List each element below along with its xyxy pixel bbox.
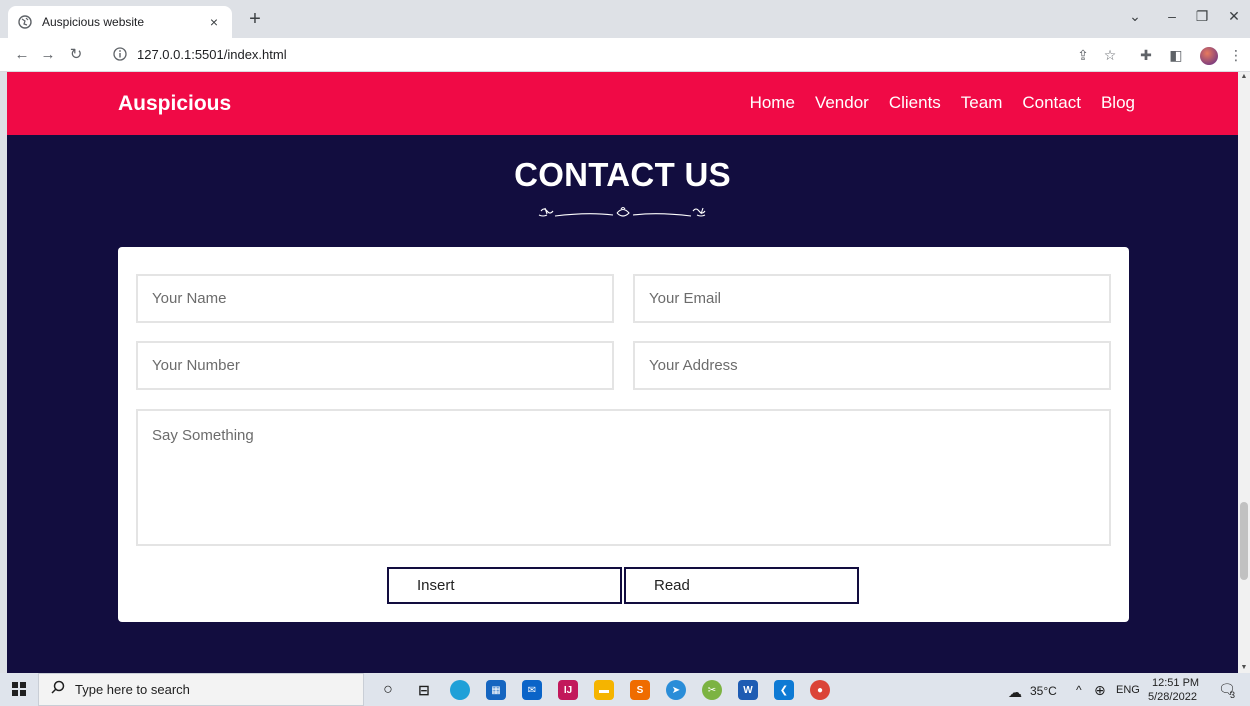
address-input[interactable] <box>633 341 1111 390</box>
page-title: CONTACT US <box>514 156 731 193</box>
nav-link-clients[interactable]: Clients <box>889 93 941 113</box>
weather-temperature[interactable]: 35°C <box>1030 684 1057 698</box>
snipping-tool-icon[interactable]: ✂ <box>702 680 722 700</box>
back-arrow-icon[interactable]: ← <box>12 45 32 65</box>
scroll-up-icon[interactable]: ▲ <box>1238 72 1250 82</box>
scrollbar-thumb[interactable] <box>1240 502 1248 580</box>
page-scrollbar[interactable]: ▲ ▼ <box>1238 72 1250 673</box>
profile-avatar[interactable] <box>1200 47 1218 65</box>
task-view-icon[interactable]: ⊟ <box>414 680 434 700</box>
search-icon <box>51 680 65 699</box>
site-nav: Home Vendor Clients Team Contact Blog <box>750 93 1135 113</box>
telegram-icon[interactable]: ➤ <box>666 680 686 700</box>
vscode-icon[interactable]: ❮ <box>774 680 794 700</box>
taskbar-search-box[interactable]: Type here to search <box>38 673 364 706</box>
reload-icon[interactable]: ↻ <box>66 45 86 65</box>
nav-link-vendor[interactable]: Vendor <box>815 93 869 113</box>
restore-button[interactable]: ❐ <box>1190 6 1214 26</box>
number-input[interactable] <box>136 341 614 390</box>
windows-start-icon[interactable] <box>12 682 26 701</box>
name-input[interactable] <box>136 274 614 323</box>
sublime-text-icon[interactable]: S <box>630 680 650 700</box>
floral-divider-icon <box>533 203 713 228</box>
weather-icon[interactable]: ☁ <box>1008 684 1022 701</box>
contact-form: Insert Read <box>118 247 1129 622</box>
new-tab-button[interactable]: + <box>244 9 266 29</box>
network-globe-icon[interactable]: ⊕ <box>1094 682 1106 699</box>
site-logo[interactable]: Auspicious <box>118 92 231 116</box>
taskbar-search-placeholder: Type here to search <box>75 682 190 697</box>
minimize-button[interactable]: – <box>1160 6 1184 26</box>
url-field[interactable]: 127.0.0.1:5501/index.html <box>137 47 287 62</box>
clock-time[interactable]: 12:51 PM <box>1152 677 1199 689</box>
edge-icon[interactable] <box>450 680 470 700</box>
mail-icon[interactable]: ✉ <box>522 680 542 700</box>
share-icon[interactable]: ⇪ <box>1073 45 1093 65</box>
extensions-puzzle-icon[interactable]: ✚ <box>1136 45 1156 65</box>
nav-link-blog[interactable]: Blog <box>1101 93 1135 113</box>
nav-link-contact[interactable]: Contact <box>1022 93 1081 113</box>
nav-link-home[interactable]: Home <box>750 93 795 113</box>
close-window-button[interactable]: ✕ <box>1222 6 1246 26</box>
globe-icon <box>18 15 32 29</box>
browser-tab[interactable]: Auspicious website × <box>8 6 232 38</box>
file-explorer-icon[interactable]: ▬ <box>594 680 614 700</box>
nav-link-team[interactable]: Team <box>961 93 1003 113</box>
message-textarea[interactable] <box>136 409 1111 546</box>
forward-arrow-icon[interactable]: → <box>38 45 58 65</box>
info-icon[interactable] <box>113 47 127 66</box>
more-menu-icon[interactable]: ⋮ <box>1226 45 1246 65</box>
browser-tab-bar: Auspicious website × + ⌄ – ❐ ✕ <box>0 0 1250 38</box>
word-icon[interactable]: W <box>738 680 758 700</box>
intellij-icon[interactable]: IJ <box>558 680 578 700</box>
side-panel-icon[interactable]: ◧ <box>1166 45 1186 65</box>
scroll-down-icon[interactable]: ▼ <box>1238 663 1250 673</box>
insert-button[interactable]: Insert <box>387 567 622 604</box>
email-input[interactable] <box>633 274 1111 323</box>
tab-search-chevron-icon[interactable]: ⌄ <box>1123 6 1147 26</box>
tab-close-icon[interactable]: × <box>206 14 222 30</box>
bookmark-star-icon[interactable]: ☆ <box>1100 45 1120 65</box>
language-indicator[interactable]: ENG <box>1116 684 1140 696</box>
page-viewport: Auspicious Home Vendor Clients Team Cont… <box>7 72 1238 673</box>
clock-date[interactable]: 5/28/2022 <box>1148 691 1197 703</box>
taskbar: Type here to search ○ ⊟ ▦ ✉ IJ ▬ S ➤ ✂ W… <box>0 673 1250 706</box>
tray-chevron-up-icon[interactable]: ^ <box>1076 683 1082 697</box>
site-header: Auspicious Home Vendor Clients Team Cont… <box>7 72 1238 135</box>
notifications-count: 3 <box>1230 690 1236 700</box>
address-bar: ← → ↻ 127.0.0.1:5501/index.html ⇪ ☆ ✚ ◧ … <box>0 38 1250 72</box>
tab-title: Auspicious website <box>42 15 145 29</box>
chrome-icon[interactable]: ● <box>810 680 830 700</box>
read-button[interactable]: Read <box>624 567 859 604</box>
cortana-icon[interactable]: ○ <box>378 680 398 700</box>
store-icon[interactable]: ▦ <box>486 680 506 700</box>
